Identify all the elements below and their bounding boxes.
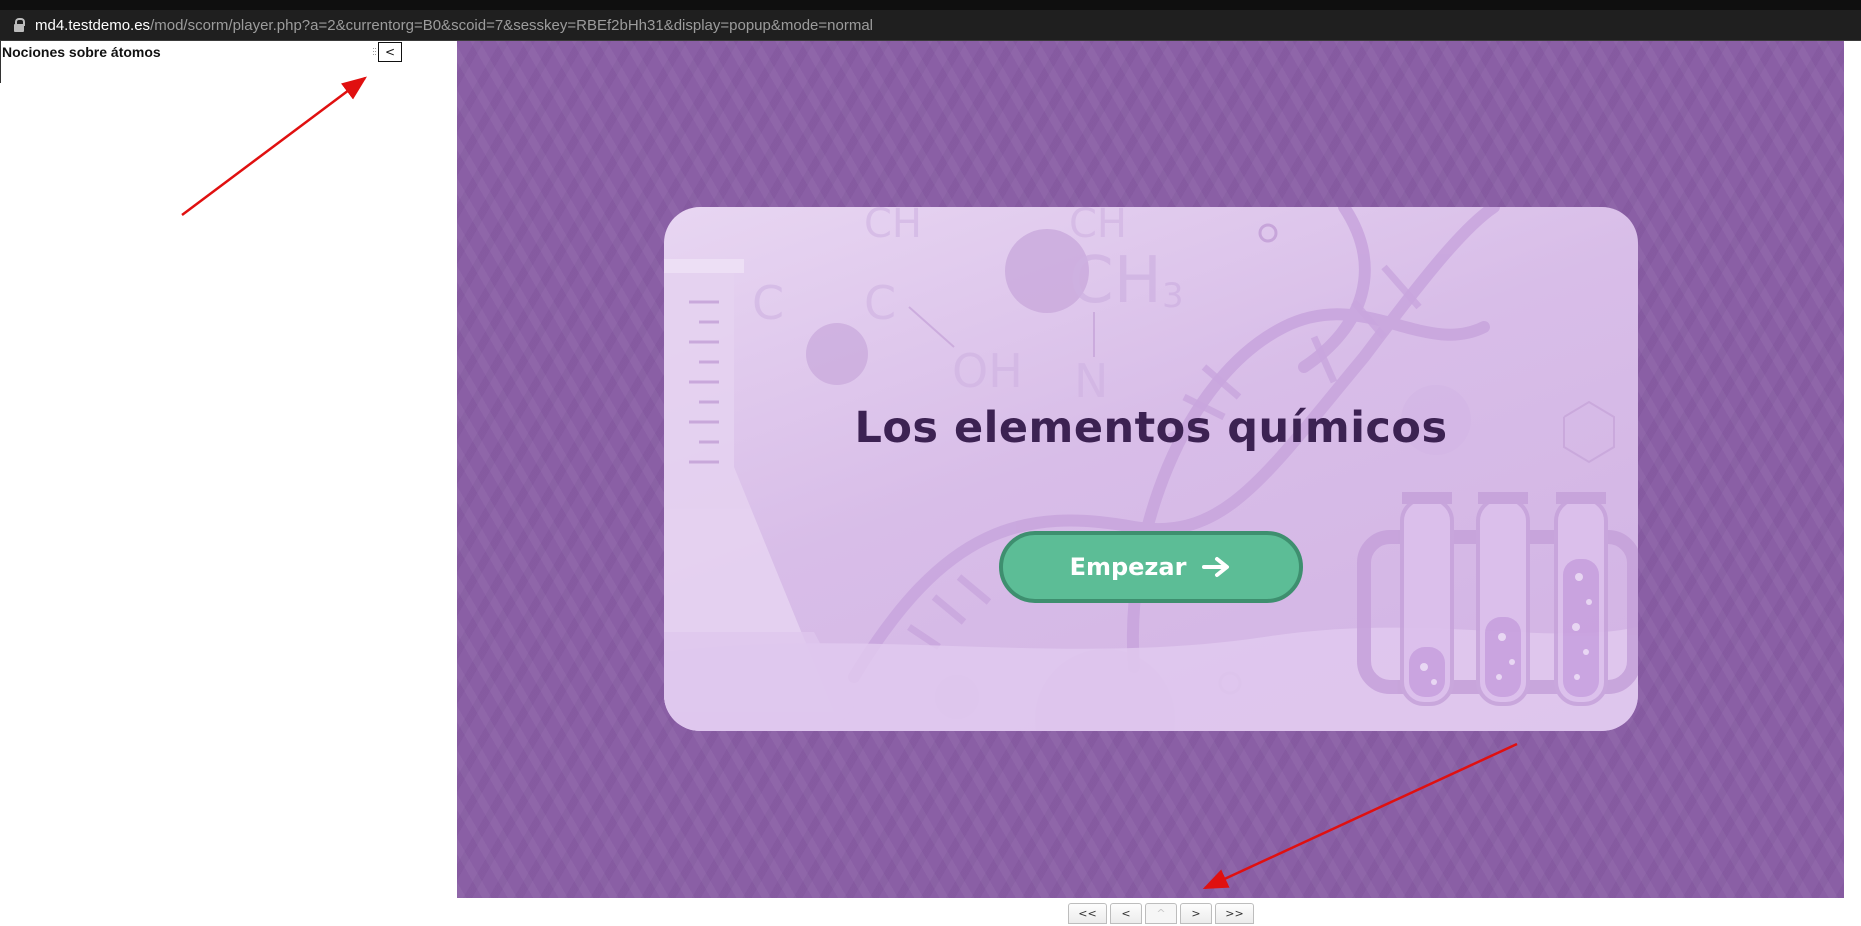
svg-text:C: C <box>864 276 896 330</box>
browser-title-strip <box>0 0 1861 10</box>
start-button[interactable]: Empezar <box>999 531 1303 603</box>
resize-grip-icon[interactable] <box>373 48 377 58</box>
chemistry-illustration: CH 3 CH CH OH N C C <box>664 207 1638 731</box>
scorm-navigation: << < ^ > >> <box>1068 903 1254 924</box>
svg-text:OH: OH <box>952 344 1023 398</box>
svg-text:CH: CH <box>1069 244 1162 318</box>
svg-text:C: C <box>752 276 784 330</box>
nav-next-button[interactable]: > <box>1180 903 1212 924</box>
toc-title[interactable]: Nociones sobre átomos <box>2 44 161 60</box>
url-path: /mod/scorm/player.php?a=2&currentorg=B0&… <box>150 16 873 34</box>
lock-icon[interactable] <box>14 18 25 32</box>
toc-panel <box>0 41 456 918</box>
url-host: md4.testdemo.es <box>35 16 151 34</box>
nav-previous-button[interactable]: < <box>1110 903 1142 924</box>
toc-divider <box>0 41 1 83</box>
svg-text:CH: CH <box>1069 207 1127 247</box>
svg-text:N: N <box>1074 354 1108 408</box>
nav-up-button[interactable]: ^ <box>1145 903 1177 924</box>
scorm-content-frame: CH 3 CH CH OH N C C Los elementos químic… <box>457 41 1844 898</box>
svg-text:CH: CH <box>864 207 922 247</box>
lesson-title: Los elementos químicos <box>854 403 1448 453</box>
nav-last-button[interactable]: >> <box>1215 903 1254 924</box>
title-card: CH 3 CH CH OH N C C Los elementos químic… <box>664 207 1638 731</box>
arrow-right-icon <box>1202 556 1232 578</box>
url-text[interactable]: md4.testdemo.es/mod/scorm/player.php?a=2… <box>35 17 873 34</box>
nav-first-button[interactable]: << <box>1068 903 1107 924</box>
start-button-label: Empezar <box>1069 553 1187 581</box>
svg-text:3: 3 <box>1162 276 1184 316</box>
address-bar[interactable]: md4.testdemo.es/mod/scorm/player.php?a=2… <box>0 10 1861 41</box>
toc-toggle-button[interactable]: < <box>378 42 402 62</box>
